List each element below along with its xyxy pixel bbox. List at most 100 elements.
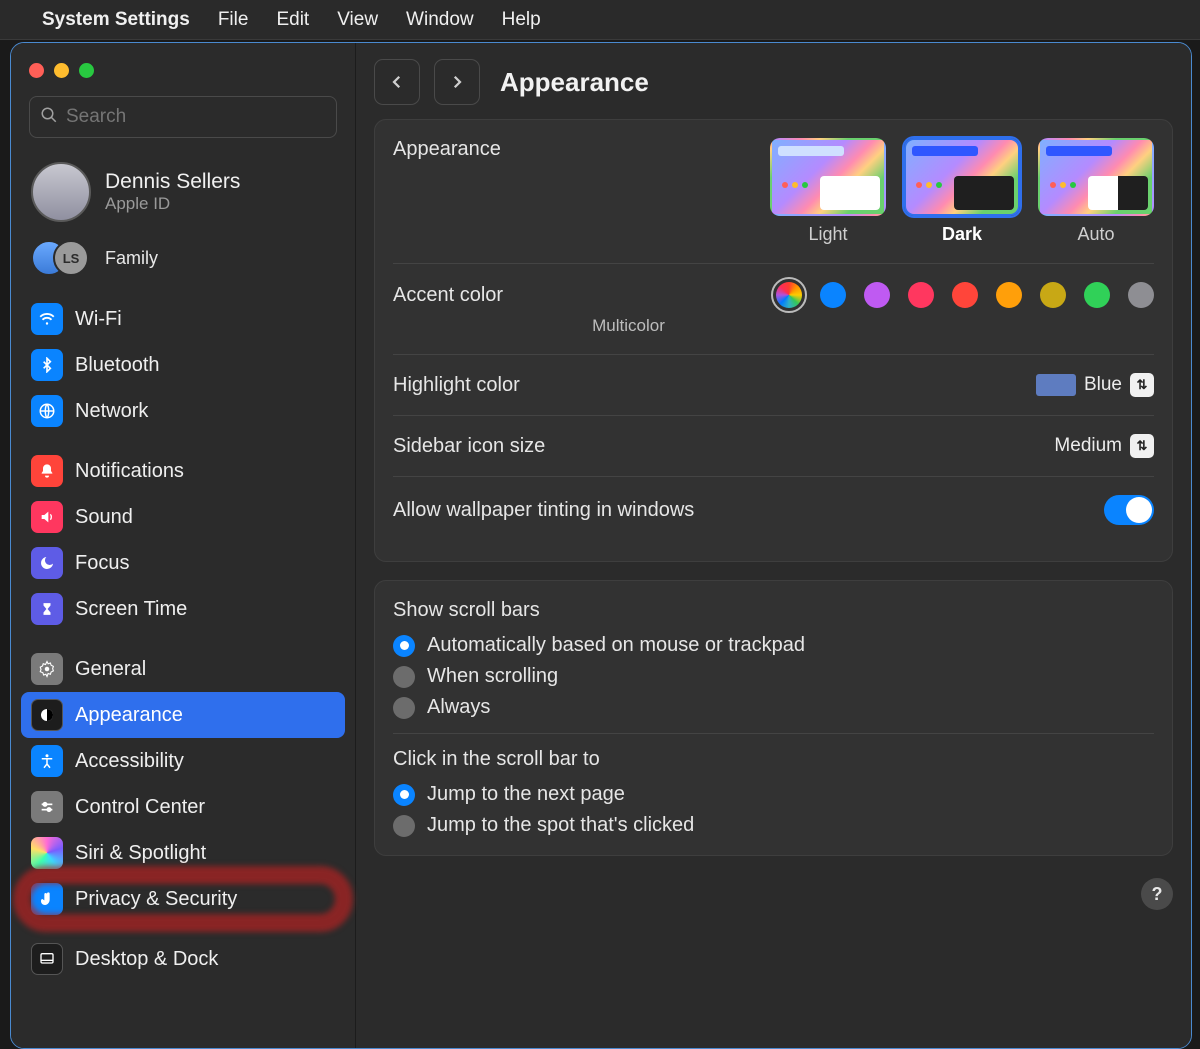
- sidebar-item-label: General: [75, 658, 146, 681]
- scrollbars-option-auto[interactable]: Automatically based on mouse or trackpad: [393, 634, 1154, 657]
- hourglass-icon: [31, 593, 63, 625]
- appearance-option-dark[interactable]: Dark: [904, 138, 1020, 245]
- accent-orange[interactable]: [996, 282, 1022, 308]
- sidebar-item-focus[interactable]: Focus: [21, 540, 345, 586]
- search-field[interactable]: [29, 96, 337, 138]
- minimize-button[interactable]: [54, 63, 69, 78]
- settings-window: Dennis Sellers Apple ID LS Family Wi-Fi …: [10, 42, 1192, 1049]
- highlight-color-select[interactable]: Blue ⇅: [1036, 373, 1154, 397]
- sidebar: Dennis Sellers Apple ID LS Family Wi-Fi …: [11, 43, 356, 1048]
- menubar: System Settings File Edit View Window He…: [0, 0, 1200, 40]
- sidebar-item-label: Siri & Spotlight: [75, 842, 206, 865]
- accent-graphite[interactable]: [1128, 282, 1154, 308]
- accent-purple[interactable]: [864, 282, 890, 308]
- appearance-option-auto[interactable]: Auto: [1038, 138, 1154, 245]
- row-label: Allow wallpaper tinting in windows: [393, 499, 694, 522]
- accent-red[interactable]: [952, 282, 978, 308]
- accent-yellow[interactable]: [1040, 282, 1066, 308]
- accent-selected-name: Multicolor: [592, 316, 665, 336]
- search-input[interactable]: [66, 106, 326, 128]
- siri-icon: [31, 837, 63, 869]
- family-icon: LS: [31, 240, 91, 276]
- sidebar-item-label: Screen Time: [75, 598, 187, 621]
- click-scroll-next-page[interactable]: Jump to the next page: [393, 783, 1154, 806]
- dock-icon: [31, 943, 63, 975]
- moon-icon: [31, 547, 63, 579]
- sidebar-item-appearance[interactable]: Appearance: [21, 692, 345, 738]
- sidebar-item-label: Focus: [75, 552, 129, 575]
- sidebar-item-siri-spotlight[interactable]: Siri & Spotlight: [21, 830, 345, 876]
- appearance-option-light[interactable]: Light: [770, 138, 886, 245]
- sidebar-item-accessibility[interactable]: Accessibility: [21, 738, 345, 784]
- avatar: [31, 162, 91, 222]
- window-controls: [21, 61, 345, 96]
- row-label: Highlight color: [393, 374, 520, 397]
- menu-window[interactable]: Window: [406, 9, 474, 31]
- account-subtitle: Apple ID: [105, 194, 240, 214]
- radio-icon: [393, 815, 415, 837]
- menu-edit[interactable]: Edit: [276, 9, 309, 31]
- appearance-icon: [31, 699, 63, 731]
- sidebar-item-desktop-dock[interactable]: Desktop & Dock: [21, 936, 345, 982]
- highlight-color-chip: [1036, 374, 1076, 396]
- sidebar-item-label: Notifications: [75, 460, 184, 483]
- sidebar-item-wifi[interactable]: Wi-Fi: [21, 296, 345, 342]
- forward-button[interactable]: [434, 59, 480, 105]
- section-title: Show scroll bars: [393, 599, 1154, 622]
- sidebar-item-screen-time[interactable]: Screen Time: [21, 586, 345, 632]
- bell-icon: [31, 455, 63, 487]
- scrollbars-option-always[interactable]: Always: [393, 696, 1154, 719]
- sidebar-item-apple-id[interactable]: Dennis Sellers Apple ID: [21, 154, 345, 230]
- wallpaper-tinting-toggle[interactable]: [1104, 495, 1154, 525]
- help-button[interactable]: ?: [1141, 878, 1173, 910]
- scrollbars-option-when-scrolling[interactable]: When scrolling: [393, 665, 1154, 688]
- menu-view[interactable]: View: [337, 9, 378, 31]
- accent-pink[interactable]: [908, 282, 934, 308]
- sidebar-item-label: Appearance: [75, 704, 183, 727]
- sidebar-item-general[interactable]: General: [21, 646, 345, 692]
- search-icon: [40, 106, 66, 129]
- accent-multicolor[interactable]: [776, 282, 802, 308]
- fullscreen-button[interactable]: [79, 63, 94, 78]
- sidebar-item-label: Privacy & Security: [75, 888, 237, 911]
- sidebar-item-label: Family: [105, 248, 158, 269]
- accent-color-swatches: [776, 282, 1154, 308]
- sidebar-item-bluetooth[interactable]: Bluetooth: [21, 342, 345, 388]
- content-pane: Appearance Appearance Light Dark Au: [356, 43, 1191, 1048]
- speaker-icon: [31, 501, 63, 533]
- sidebar-item-sound[interactable]: Sound: [21, 494, 345, 540]
- sidebar-item-label: Wi-Fi: [75, 308, 122, 331]
- bluetooth-icon: [31, 349, 63, 381]
- sidebar-item-label: Sound: [75, 506, 133, 529]
- account-name: Dennis Sellers: [105, 170, 240, 194]
- click-scroll-jump-spot[interactable]: Jump to the spot that's clicked: [393, 814, 1154, 837]
- row-label: Sidebar icon size: [393, 435, 545, 458]
- sidebar-item-notifications[interactable]: Notifications: [21, 448, 345, 494]
- globe-icon: [31, 395, 63, 427]
- radio-icon: [393, 635, 415, 657]
- section-title: Click in the scroll bar to: [393, 748, 1154, 771]
- sidebar-item-network[interactable]: Network: [21, 388, 345, 434]
- radio-icon: [393, 666, 415, 688]
- sidebar-item-privacy-security[interactable]: Privacy & Security: [21, 876, 345, 922]
- menu-help[interactable]: Help: [502, 9, 541, 31]
- sidebar-item-label: Network: [75, 400, 148, 423]
- sidebar-item-label: Accessibility: [75, 750, 184, 773]
- gear-icon: [31, 653, 63, 685]
- accent-green[interactable]: [1084, 282, 1110, 308]
- menu-file[interactable]: File: [218, 9, 249, 31]
- sidebar-icon-size-select[interactable]: Medium ⇅: [1054, 434, 1154, 458]
- close-button[interactable]: [29, 63, 44, 78]
- radio-icon: [393, 697, 415, 719]
- sidebar-item-label: Bluetooth: [75, 354, 160, 377]
- menubar-app-name[interactable]: System Settings: [42, 9, 190, 31]
- back-button[interactable]: [374, 59, 420, 105]
- accent-blue[interactable]: [820, 282, 846, 308]
- sidebar-item-family[interactable]: LS Family: [21, 230, 345, 286]
- hand-icon: [31, 883, 63, 915]
- page-title: Appearance: [500, 67, 649, 98]
- wifi-icon: [31, 303, 63, 335]
- sliders-icon: [31, 791, 63, 823]
- sidebar-item-control-center[interactable]: Control Center: [21, 784, 345, 830]
- row-label: Appearance: [393, 138, 501, 161]
